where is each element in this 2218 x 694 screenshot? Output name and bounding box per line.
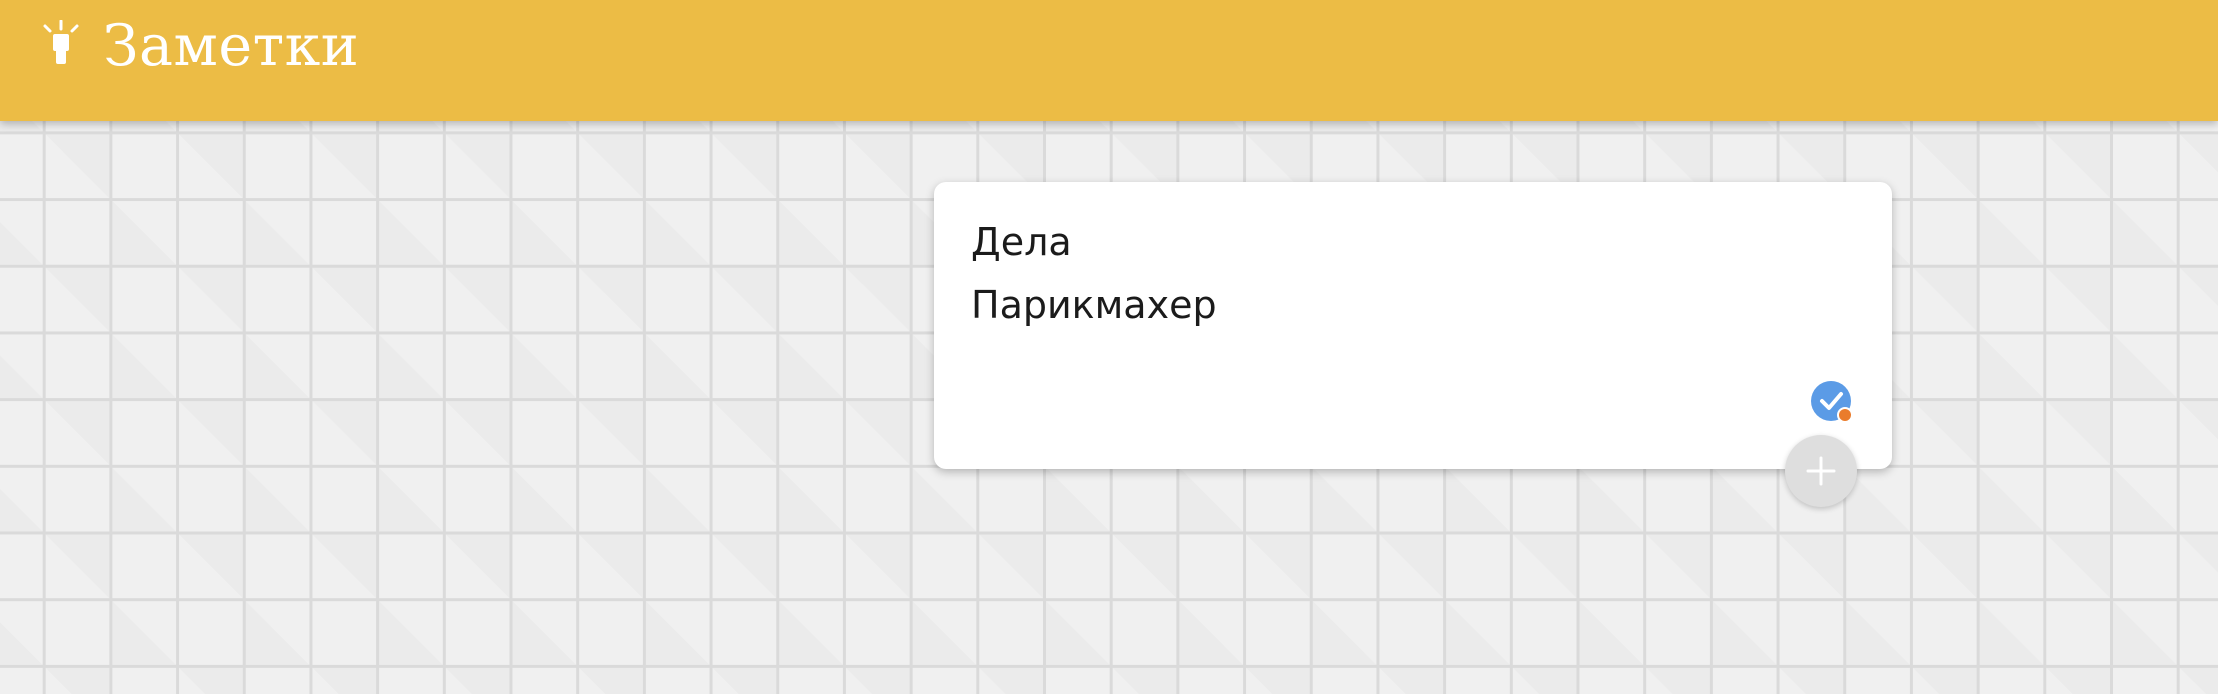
note-body[interactable]: Парикмахер (971, 281, 1217, 329)
add-note-button[interactable] (1785, 435, 1857, 507)
note-title[interactable]: Дела (971, 218, 1072, 266)
note-card[interactable]: Дела Парикмахер (934, 182, 1892, 469)
check-badge-icon[interactable] (1811, 381, 1855, 425)
lightbulb-icon (40, 19, 82, 66)
plus-icon (1806, 456, 1836, 486)
app-header: Заметки (0, 0, 2218, 121)
app-title: Заметки (103, 13, 360, 79)
